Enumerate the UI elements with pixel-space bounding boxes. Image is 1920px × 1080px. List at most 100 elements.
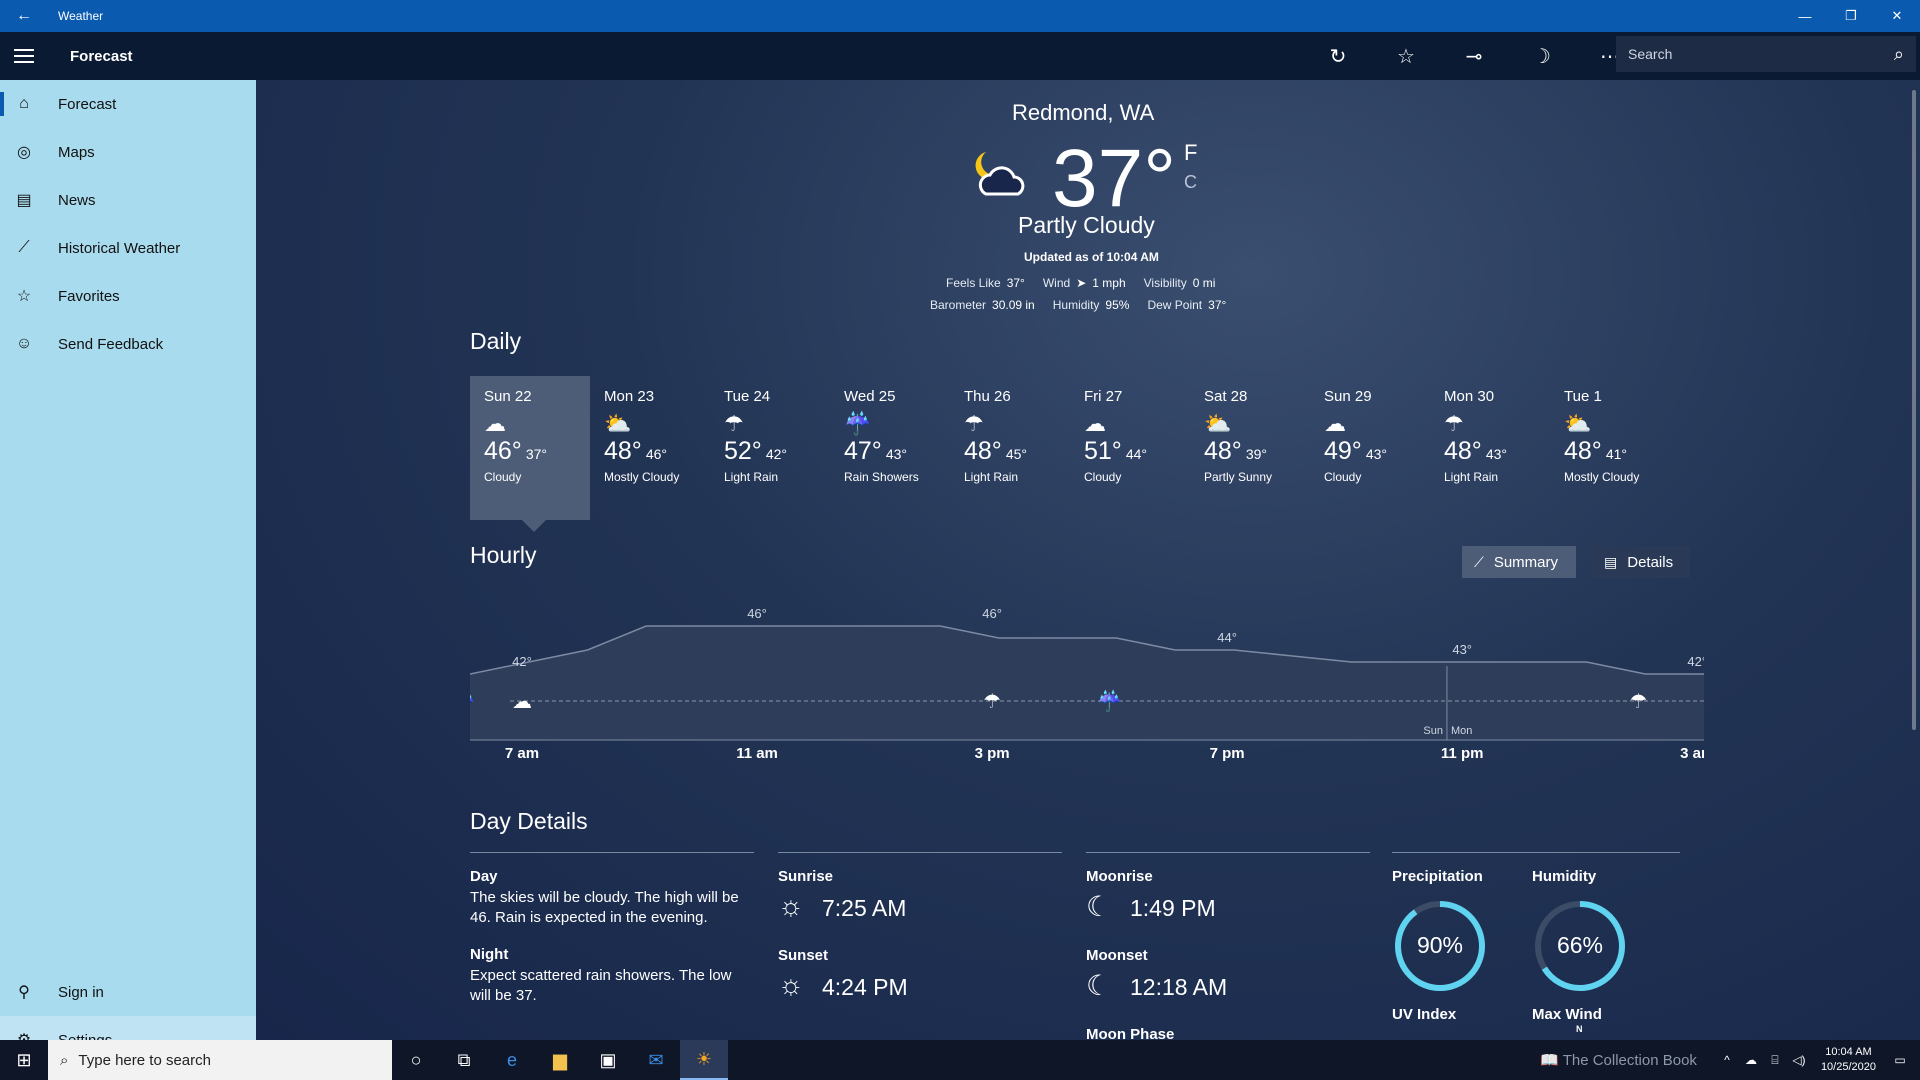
windows-start-icon[interactable]: ⊞ [0, 1040, 48, 1080]
summary-button[interactable]: ⟋ Summary [1462, 546, 1576, 578]
task-view-icon[interactable]: ⧉ [440, 1040, 488, 1080]
sidebar-item-forecast[interactable]: ⌂ Forecast [0, 80, 256, 128]
rain-icon: ☂ [724, 411, 744, 436]
daily-card[interactable]: Sat 28 ⛅ 48° 39° Partly Sunny [1190, 376, 1310, 520]
daily-card[interactable]: Sun 22 ☁ 46° 37° Cloudy [470, 376, 590, 520]
day-low: 43° [885, 446, 907, 462]
day-condition: Light Rain [724, 470, 779, 484]
sidebar-item-maps[interactable]: ◎ Maps [0, 128, 256, 176]
selected-day-indicator [522, 520, 546, 532]
onedrive-icon[interactable]: ☁ [1739, 1053, 1763, 1067]
day-name: Mon 30 [1444, 388, 1495, 405]
day-name: Sun 22 [484, 388, 532, 405]
sidebar-item-historical-weather[interactable]: ⟋ Historical Weather [0, 224, 256, 272]
day-condition: Mostly Cloudy [1564, 470, 1640, 484]
daily-card[interactable]: Fri 27 ☁ 51° 44° Cloudy [1070, 376, 1190, 520]
sidebar-item-label: News [58, 191, 96, 209]
unit-fahrenheit-toggle[interactable]: F [1184, 140, 1197, 166]
minimize-icon[interactable]: — [1782, 0, 1828, 32]
daily-forecast: Sun 22 ☁ 46° 37° Cloudy Mon 23 ⛅ 48° 46° Mostly C… [470, 376, 1639, 520]
search-icon[interactable]: ⌕ [1894, 44, 1904, 65]
day-temps: 48° 46° [604, 437, 710, 466]
x-tick-label: 3 pm [975, 745, 1010, 762]
restore-icon[interactable]: ❐ [1828, 0, 1874, 32]
day-low: 46° [645, 446, 667, 462]
search-input[interactable]: Search ⌕ [1616, 36, 1916, 72]
news-icon: ▤ [16, 192, 32, 209]
daily-card[interactable]: Wed 25 ☔ 47° 43° Rain Showers [830, 376, 950, 520]
daily-card[interactable]: Tue 1 ⛅ 48° 41° Mostly Cloudy [1550, 376, 1670, 520]
dew-point: Dew Point 37° [1147, 298, 1227, 312]
scrollbar[interactable] [1912, 90, 1916, 730]
hamburger-menu-icon[interactable] [0, 32, 48, 80]
day-name: Sat 28 [1204, 388, 1248, 405]
sidebar-item-news[interactable]: ▤ News [0, 176, 256, 224]
moonset-time: 12:18 AM [1130, 974, 1228, 1000]
moon-icon[interactable]: ☽ [1508, 32, 1576, 80]
hourly-chart[interactable]: 42° 46° 46° 44° 43° 42° 7 am 11 am 3 pm 7 pm 11 pm… [470, 586, 1704, 766]
rain-icon: ☂ [1630, 691, 1648, 713]
system-tray: 📖 The Collection Book ^ ☁ ⌸ ◁) 10:04 AM … [1540, 1040, 1920, 1080]
day-temps: 52° 42° [724, 437, 830, 466]
day-high: 47° [844, 437, 882, 465]
day-low: 45° [1005, 446, 1027, 462]
sidebar-item-label: Maps [58, 143, 95, 161]
sidebar-item-favorites[interactable]: ☆ Favorites [0, 272, 256, 320]
compass-north-label: N [1576, 1024, 1583, 1034]
daily-card[interactable]: Mon 23 ⛅ 48° 46° Mostly Cloudy [590, 376, 710, 520]
cortana-icon[interactable]: ○ [392, 1040, 440, 1080]
network-icon[interactable]: ⌸ [1763, 1053, 1787, 1068]
details-button[interactable]: ▤ Details [1592, 546, 1690, 578]
daily-card[interactable]: Sun 29 ☁ 49° 43° Cloudy [1310, 376, 1430, 520]
rain-icon: ☂ [964, 411, 984, 436]
hourly-title: Hourly [470, 542, 537, 568]
taskbar-search-input[interactable]: ⌕ Type here to search [48, 1040, 392, 1080]
close-icon[interactable]: ✕ [1874, 0, 1920, 32]
updated-time: Updated as of 10:04 AM [1024, 250, 1159, 264]
smiley-icon: ☺ [15, 335, 33, 352]
day-condition: Cloudy [484, 470, 522, 484]
pin-icon[interactable]: ⊸ [1440, 32, 1508, 80]
rain-icon: ☂ [1444, 411, 1464, 436]
refresh-icon[interactable]: ↻ [1304, 32, 1372, 80]
daily-card[interactable]: Thu 26 ☂ 48° 45° Light Rain [950, 376, 1070, 520]
x-tick-label: 7 am [505, 745, 539, 762]
app-title: Weather [58, 9, 104, 23]
mail-icon[interactable]: ✉ [632, 1040, 680, 1080]
sun-cloud-icon: ⛅ [604, 411, 632, 436]
unit-celsius-toggle[interactable]: C [1184, 172, 1197, 193]
current-condition: Partly Cloudy [1018, 212, 1155, 238]
sidebar: ⌂ Forecast ◎ Maps ▤ News ⟋ Historical We… [0, 32, 256, 1064]
chart-icon: ⟋ [18, 239, 30, 256]
day-condition: Light Rain [1444, 470, 1499, 484]
day-temps: 47° 43° [844, 437, 950, 466]
precipitation-label: Precipitation [1392, 868, 1483, 885]
back-arrow-icon[interactable]: ← [0, 0, 48, 32]
store-icon[interactable]: ▣ [584, 1040, 632, 1080]
day-label: Day [470, 868, 498, 885]
day-condition: Cloudy [1324, 470, 1362, 484]
volume-icon[interactable]: ◁) [1787, 1053, 1811, 1067]
day-high: 49° [1324, 437, 1362, 465]
sidebar-item-sign-in[interactable]: ⚲ Sign in [0, 968, 256, 1016]
daily-card[interactable]: Mon 30 ☂ 48° 43° Light Rain [1430, 376, 1550, 520]
humidity: Humidity 95% [1052, 298, 1130, 312]
x-tick-label: 11 am [736, 745, 778, 762]
sidebar-item-label: Historical Weather [58, 239, 181, 257]
weather-app-icon[interactable]: ☀ [680, 1040, 728, 1080]
sidebar-item-send-feedback[interactable]: ☺ Send Feedback [0, 320, 256, 368]
daily-card[interactable]: Tue 24 ☂ 52° 42° Light Rain [710, 376, 830, 520]
notification-icon[interactable]: ▭ [1888, 1053, 1912, 1067]
day-low: 44° [1125, 446, 1147, 462]
edge-browser-icon[interactable]: e [488, 1040, 536, 1080]
favorite-star-icon[interactable]: ☆ [1372, 32, 1440, 80]
day-name: Tue 24 [724, 388, 771, 405]
sidebar-item-label: Sign in [58, 983, 104, 1001]
divider [778, 852, 1062, 853]
chevron-up-icon[interactable]: ^ [1715, 1053, 1739, 1067]
day-high: 48° [604, 437, 642, 465]
day-high: 48° [1204, 437, 1242, 465]
file-explorer-icon[interactable]: ▆ [536, 1040, 584, 1080]
current-details-row-2: Barometer 30.09 in Humidity 95% Dew Point 3… [930, 298, 1226, 312]
clock[interactable]: 10:04 AM 10/25/2020 [1821, 1045, 1876, 1075]
